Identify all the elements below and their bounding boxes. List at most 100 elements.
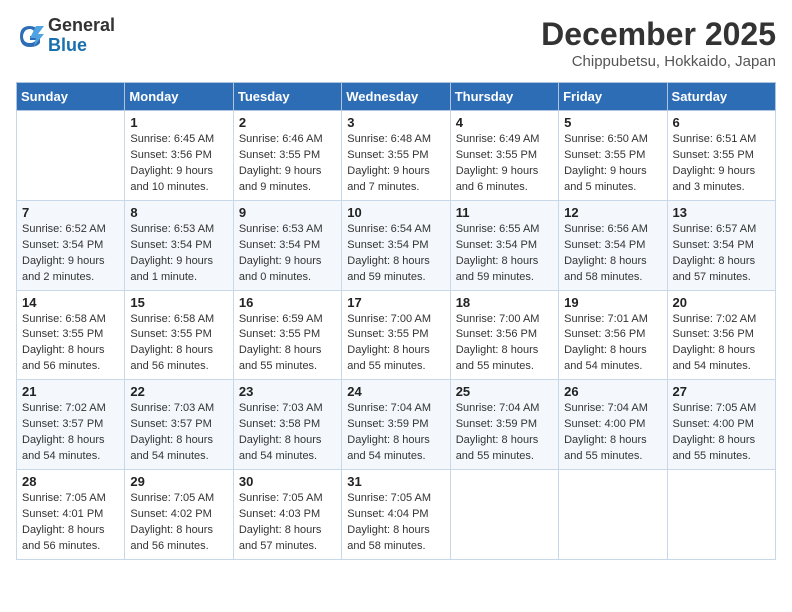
calendar-cell: 4 Sunrise: 6:49 AM Sunset: 3:55 PM Daylig… [450,111,558,201]
day-number: 14 [22,295,119,310]
calendar-cell: 12 Sunrise: 6:56 AM Sunset: 3:54 PM Dayli… [559,200,667,290]
calendar-cell: 25 Sunrise: 7:04 AM Sunset: 3:59 PM Dayli… [450,380,558,470]
calendar-cell: 10Sunrise: 6:54 AM Sunset: 3:54 PM Dayli… [342,200,450,290]
page-header: General Blue December 2025 Chippubetsu, … [16,16,776,70]
day-number: 26 [564,384,661,399]
day-number: 25 [456,384,553,399]
day-number: 16 [239,295,336,310]
calendar-cell: 8 Sunrise: 6:53 AM Sunset: 3:54 PM Daylig… [125,200,233,290]
month-title: December 2025 [541,16,776,53]
day-number: 27 [673,384,770,399]
day-info: Sunrise: 6:50 AM Sunset: 3:55 PM Dayligh… [564,132,661,196]
weekday-header: Wednesday [342,83,450,111]
day-number: 22 [130,384,227,399]
calendar-cell: 11Sunrise: 6:55 AM Sunset: 3:54 PM Dayli… [450,200,558,290]
weekday-header: Saturday [667,83,775,111]
calendar-cell: 16 Sunrise: 6:59 AM Sunset: 3:55 PM Dayli… [233,290,341,380]
day-number: 2 [239,115,336,130]
day-number: 31 [347,474,444,489]
day-info: Sunrise: 7:00 AM Sunset: 3:55 PM Dayligh… [347,312,444,376]
day-number: 18 [456,295,553,310]
day-info: Sunrise: 7:02 AM Sunset: 3:57 PM Dayligh… [22,401,119,465]
day-number: 30 [239,474,336,489]
day-info: Sunrise: 7:03 AM Sunset: 3:58 PM Dayligh… [239,401,336,465]
location: Chippubetsu, Hokkaido, Japan [541,53,776,70]
calendar-cell: 21Sunrise: 7:02 AM Sunset: 3:57 PM Dayli… [17,380,125,470]
day-info: Sunrise: 6:52 AM Sunset: 3:54 PM Dayligh… [22,222,119,286]
calendar-cell: 3 Sunrise: 6:48 AM Sunset: 3:55 PM Daylig… [342,111,450,201]
calendar-cell: 1Sunrise: 6:45 AM Sunset: 3:56 PM Daylig… [125,111,233,201]
weekday-header: Monday [125,83,233,111]
weekday-header: Sunday [17,83,125,111]
day-info: Sunrise: 7:02 AM Sunset: 3:56 PM Dayligh… [673,312,770,376]
day-info: Sunrise: 7:03 AM Sunset: 3:57 PM Dayligh… [130,401,227,465]
calendar-cell: 19 Sunrise: 7:01 AM Sunset: 3:56 PM Dayli… [559,290,667,380]
day-info: Sunrise: 7:04 AM Sunset: 4:00 PM Dayligh… [564,401,661,465]
day-number: 23 [239,384,336,399]
calendar-cell: 27Sunrise: 7:05 AM Sunset: 4:00 PM Dayli… [667,380,775,470]
day-number: 15 [130,295,227,310]
day-number: 1 [130,115,227,130]
calendar-cell: 18Sunrise: 7:00 AM Sunset: 3:56 PM Dayli… [450,290,558,380]
day-number: 13 [673,205,770,220]
calendar-row: 7 Sunrise: 6:52 AM Sunset: 3:54 PM Daylig… [17,200,776,290]
day-number: 9 [239,205,336,220]
logo-icon [16,22,44,50]
calendar-cell: 2Sunrise: 6:46 AM Sunset: 3:55 PM Daylig… [233,111,341,201]
calendar-cell [17,111,125,201]
day-number: 4 [456,115,553,130]
day-info: Sunrise: 7:01 AM Sunset: 3:56 PM Dayligh… [564,312,661,376]
calendar-cell [450,470,558,560]
day-info: Sunrise: 6:58 AM Sunset: 3:55 PM Dayligh… [130,312,227,376]
calendar-cell: 28Sunrise: 7:05 AM Sunset: 4:01 PM Dayli… [17,470,125,560]
day-number: 6 [673,115,770,130]
calendar-cell: 13Sunrise: 6:57 AM Sunset: 3:54 PM Dayli… [667,200,775,290]
day-info: Sunrise: 6:54 AM Sunset: 3:54 PM Dayligh… [347,222,444,286]
calendar-cell: 22 Sunrise: 7:03 AM Sunset: 3:57 PM Dayli… [125,380,233,470]
calendar-row: 14 Sunrise: 6:58 AM Sunset: 3:55 PM Dayli… [17,290,776,380]
logo-general: General [48,16,115,36]
day-info: Sunrise: 7:04 AM Sunset: 3:59 PM Dayligh… [347,401,444,465]
calendar-table: SundayMondayTuesdayWednesdayThursdayFrid… [16,82,776,560]
calendar-cell: 20 Sunrise: 7:02 AM Sunset: 3:56 PM Dayli… [667,290,775,380]
calendar-cell: 7 Sunrise: 6:52 AM Sunset: 3:54 PM Daylig… [17,200,125,290]
calendar-cell: 31Sunrise: 7:05 AM Sunset: 4:04 PM Dayli… [342,470,450,560]
calendar-cell: 15 Sunrise: 6:58 AM Sunset: 3:55 PM Dayli… [125,290,233,380]
day-number: 24 [347,384,444,399]
day-info: Sunrise: 6:56 AM Sunset: 3:54 PM Dayligh… [564,222,661,286]
calendar-cell: 6 Sunrise: 6:51 AM Sunset: 3:55 PM Daylig… [667,111,775,201]
day-number: 7 [22,205,119,220]
day-info: Sunrise: 6:51 AM Sunset: 3:55 PM Dayligh… [673,132,770,196]
calendar-cell: 24 Sunrise: 7:04 AM Sunset: 3:59 PM Dayli… [342,380,450,470]
calendar-row: 21Sunrise: 7:02 AM Sunset: 3:57 PM Dayli… [17,380,776,470]
day-number: 29 [130,474,227,489]
day-number: 17 [347,295,444,310]
calendar-cell: 26 Sunrise: 7:04 AM Sunset: 4:00 PM Dayli… [559,380,667,470]
day-number: 3 [347,115,444,130]
day-number: 28 [22,474,119,489]
day-number: 19 [564,295,661,310]
title-block: December 2025 Chippubetsu, Hokkaido, Jap… [541,16,776,70]
day-info: Sunrise: 7:05 AM Sunset: 4:03 PM Dayligh… [239,491,336,555]
day-info: Sunrise: 6:53 AM Sunset: 3:54 PM Dayligh… [130,222,227,286]
calendar-cell: 29Sunrise: 7:05 AM Sunset: 4:02 PM Dayli… [125,470,233,560]
day-info: Sunrise: 6:55 AM Sunset: 3:54 PM Dayligh… [456,222,553,286]
day-info: Sunrise: 7:04 AM Sunset: 3:59 PM Dayligh… [456,401,553,465]
calendar-cell: 14 Sunrise: 6:58 AM Sunset: 3:55 PM Dayli… [17,290,125,380]
calendar-cell: 17 Sunrise: 7:00 AM Sunset: 3:55 PM Dayli… [342,290,450,380]
day-number: 12 [564,205,661,220]
weekday-header-row: SundayMondayTuesdayWednesdayThursdayFrid… [17,83,776,111]
calendar-cell: 23 Sunrise: 7:03 AM Sunset: 3:58 PM Dayli… [233,380,341,470]
day-info: Sunrise: 6:59 AM Sunset: 3:55 PM Dayligh… [239,312,336,376]
calendar-cell [559,470,667,560]
calendar-cell [667,470,775,560]
day-number: 20 [673,295,770,310]
day-info: Sunrise: 6:53 AM Sunset: 3:54 PM Dayligh… [239,222,336,286]
day-info: Sunrise: 6:48 AM Sunset: 3:55 PM Dayligh… [347,132,444,196]
day-info: Sunrise: 6:58 AM Sunset: 3:55 PM Dayligh… [22,312,119,376]
calendar-row: 1Sunrise: 6:45 AM Sunset: 3:56 PM Daylig… [17,111,776,201]
day-number: 8 [130,205,227,220]
day-info: Sunrise: 6:49 AM Sunset: 3:55 PM Dayligh… [456,132,553,196]
weekday-header: Thursday [450,83,558,111]
calendar-cell: 30 Sunrise: 7:05 AM Sunset: 4:03 PM Dayli… [233,470,341,560]
